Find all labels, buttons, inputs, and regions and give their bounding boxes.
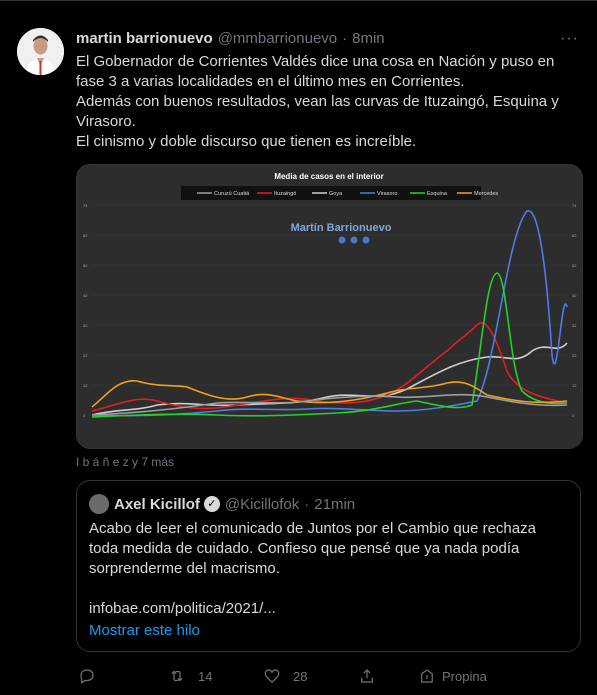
action-bar: 14 28 Propina <box>76 664 581 688</box>
chart-watermark: Martín Barrionuevo <box>291 222 392 234</box>
svg-text:12: 12 <box>83 383 88 388</box>
svg-text:42: 42 <box>83 293 88 298</box>
tip-label: Propina <box>442 668 487 684</box>
svg-text:22: 22 <box>572 353 577 358</box>
tweet-text: El Gobernador de Corrientes Valdés dice … <box>76 52 581 152</box>
separator: · <box>304 495 310 513</box>
like-button[interactable]: 28 <box>263 667 358 685</box>
quoted-link[interactable]: infobae.com/politica/2021/... <box>89 599 569 619</box>
svg-text:62: 62 <box>572 233 577 238</box>
tweet[interactable]: ··· martin barrionuevo @mmbarrionuevo · … <box>0 0 597 695</box>
retweet-button[interactable]: 14 <box>168 667 263 685</box>
svg-text:62: 62 <box>83 233 88 238</box>
heart-icon <box>264 669 280 683</box>
retweet-icon <box>171 670 183 682</box>
svg-text:74: 74 <box>83 203 88 208</box>
like-count: 28 <box>293 668 308 684</box>
quoted-tweet[interactable]: Axel Kicillof ✓ @Kicillofok · 21min Acab… <box>76 480 581 652</box>
tweet-time[interactable]: 8min <box>352 30 385 47</box>
tip-icon <box>421 669 433 683</box>
quoted-tweet-header: Axel Kicillof ✓ @Kicillofok · 21min <box>89 494 355 514</box>
tip-button[interactable]: Propina <box>418 667 487 685</box>
chart-title: Media de casos en el interior <box>274 172 383 181</box>
legend-item: Ituzaingó <box>274 191 296 197</box>
svg-text:74: 74 <box>572 203 577 208</box>
tweet-header: martin barrionuevo @mmbarrionuevo · 8min <box>76 26 581 50</box>
share-icon <box>361 669 373 683</box>
quoted-text: Acabo de leer el comunicado de Juntos po… <box>89 519 569 619</box>
quoted-author-handle: @Kicillofok <box>224 495 300 513</box>
author-handle[interactable]: @mmbarrionuevo <box>218 30 337 47</box>
legend-item: Mercedes <box>474 191 498 197</box>
legend-item: Virasoro <box>377 191 397 197</box>
reply-button[interactable] <box>78 667 168 685</box>
svg-text:52: 52 <box>83 263 88 268</box>
tweet-text-line: Además con buenos resultados, vean las c… <box>76 93 559 130</box>
show-thread-link[interactable]: Mostrar este hilo <box>89 622 200 639</box>
verified-icon: ✓ <box>203 496 220 512</box>
tweet-text-line: El Gobernador de Corrientes Valdés dice … <box>76 53 555 90</box>
quoted-author-name: Axel Kicillof <box>114 495 200 513</box>
quoted-text-body: Acabo de leer el comunicado de Juntos po… <box>89 520 536 577</box>
quoted-avatar <box>89 494 109 514</box>
avatar[interactable] <box>17 28 64 75</box>
share-button[interactable] <box>358 667 418 685</box>
chart-image: Media de casos en el interior Curuzú Cua… <box>77 165 582 448</box>
divider <box>0 0 597 1</box>
retweet-count: 14 <box>198 668 213 684</box>
legend-item: Curuzú Cuatiá <box>214 191 250 197</box>
svg-text:12: 12 <box>572 383 577 388</box>
reply-icon <box>80 669 94 684</box>
quoted-time: 21min <box>314 495 356 513</box>
legend-item: Esquina <box>427 191 448 197</box>
separator: · <box>342 29 348 47</box>
author-name[interactable]: martin barrionuevo <box>76 30 213 47</box>
svg-text:52: 52 <box>572 263 577 268</box>
tagged-users[interactable]: I b á ñ e z y 7 más <box>76 455 174 469</box>
svg-text:22: 22 <box>83 353 88 358</box>
svg-text:32: 32 <box>572 323 577 328</box>
svg-text:32: 32 <box>83 323 88 328</box>
svg-text:42: 42 <box>572 293 577 298</box>
tweet-image[interactable]: Media de casos en el interior Curuzú Cua… <box>76 164 583 449</box>
legend-item: Goya <box>329 191 343 197</box>
tweet-text-line: El cinismo y doble discurso que tienen e… <box>76 133 417 150</box>
